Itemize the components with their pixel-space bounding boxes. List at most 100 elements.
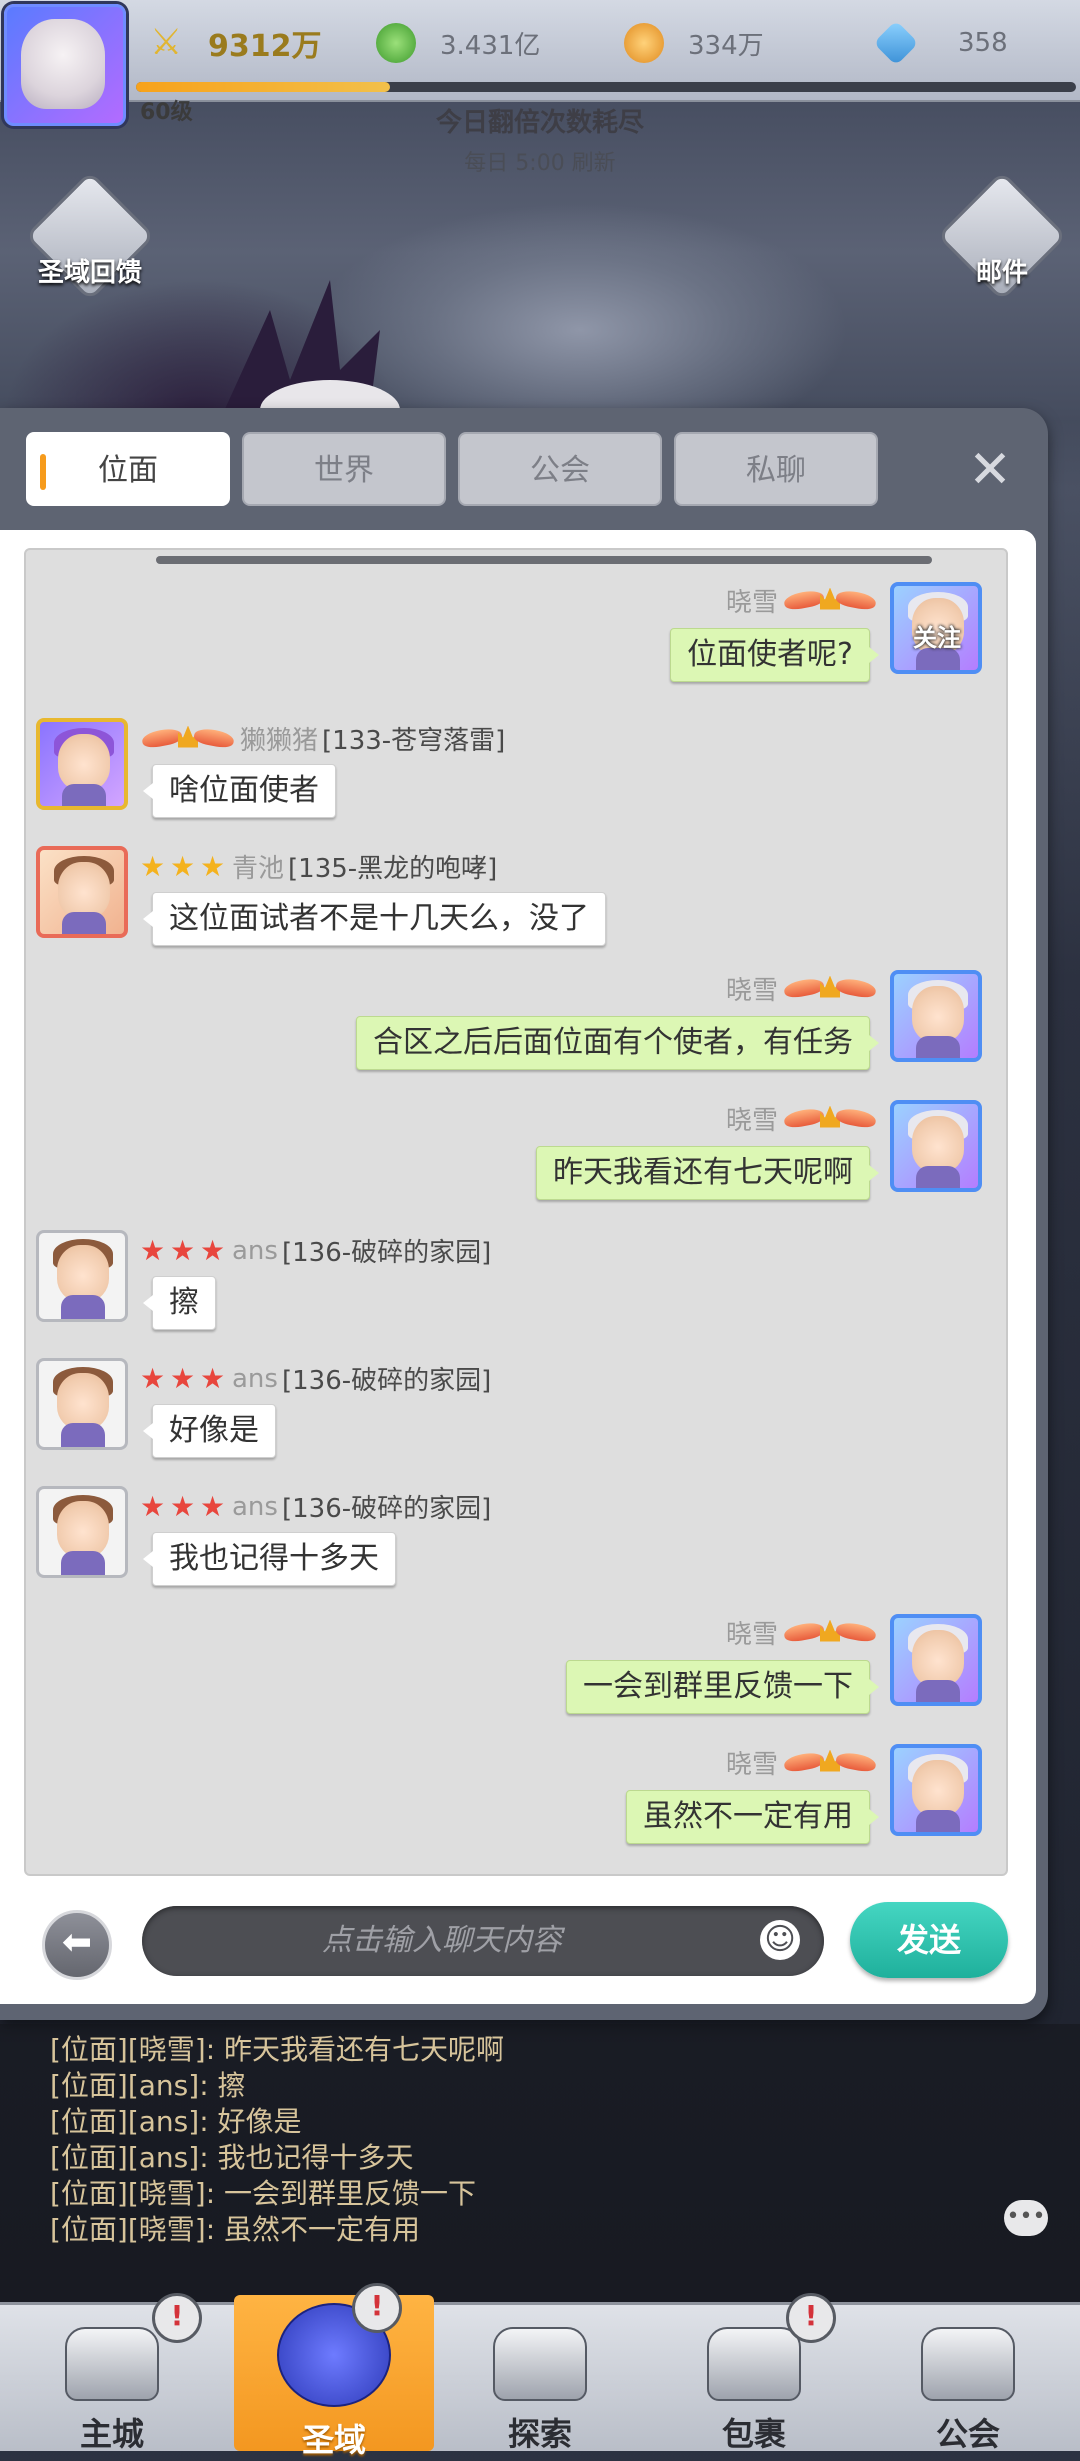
- nav-guild-label: 公会: [935, 2415, 1000, 2453]
- message-bubble[interactable]: 位面使者呢?: [670, 628, 879, 682]
- message-bubble[interactable]: 擦: [143, 1276, 216, 1330]
- sender-name[interactable]: 晓雪: [726, 970, 778, 1007]
- sender-line: 晓雪: [726, 582, 878, 619]
- vip-wings-icon: [782, 1748, 878, 1778]
- chat-message: 獭獭猪 [133-苍穹落雷] 啥位面使者: [26, 718, 1006, 828]
- coin-stat[interactable]: 334万: [624, 18, 764, 68]
- sender-name[interactable]: 青池: [232, 848, 284, 885]
- message-list[interactable]: 关注 晓雪 位面使者呢? 獭獭猪 [133-苍穹落雷] 啥位面使者 ★ ★ ★ 青池 [135-黑龙…: [24, 548, 1008, 1876]
- bag-icon: [707, 2327, 801, 2401]
- sender-name[interactable]: 晓雪: [726, 1100, 778, 1137]
- message-bubble[interactable]: 一会到群里反馈一下: [566, 1660, 879, 1714]
- back-arrow-icon[interactable]: ⬅: [42, 1910, 112, 1980]
- send-button[interactable]: 发送: [850, 1902, 1008, 1978]
- nav-bag[interactable]: 包裹 !: [654, 2293, 854, 2453]
- rank-stars-icon: ★ ★ ★: [140, 849, 226, 883]
- alert-badge: !: [352, 2283, 402, 2333]
- tab-guild[interactable]: 公会: [458, 432, 662, 506]
- message-bubble[interactable]: 好像是: [143, 1404, 276, 1458]
- nav-main-city[interactable]: 主城 !: [12, 2293, 212, 2453]
- sender-line: 獭獭猪 [133-苍穹落雷]: [140, 720, 505, 757]
- gold-stat[interactable]: 3.431亿: [376, 18, 540, 68]
- character-art: [220, 280, 400, 420]
- player-avatar[interactable]: [4, 4, 126, 126]
- message-bubble[interactable]: 啥位面使者: [143, 764, 336, 818]
- sender-line: 晓雪: [726, 970, 878, 1007]
- scrollbar[interactable]: [156, 556, 932, 564]
- avatar[interactable]: [890, 1100, 982, 1192]
- sender-line: 晓雪: [726, 1744, 878, 1781]
- sanctuary-reward-button[interactable]: 圣域回馈: [24, 170, 156, 310]
- avatar[interactable]: [36, 718, 128, 810]
- mail-button[interactable]: 邮件: [936, 170, 1068, 310]
- log-line: [位面][ans]: 好像是: [50, 2105, 302, 2138]
- sender-name[interactable]: ans: [232, 1236, 278, 1266]
- sender-name[interactable]: 晓雪: [726, 1744, 778, 1781]
- vip-wings-icon: [782, 1618, 878, 1648]
- green-orb-icon: [376, 23, 416, 63]
- crossed-swords-icon: ⚔: [150, 22, 183, 63]
- avatar[interactable]: [890, 970, 982, 1062]
- chat-bubble-icon[interactable]: •••: [1004, 2200, 1048, 2236]
- vip-wings-icon: [140, 724, 236, 754]
- server-tag: [135-黑龙的咆哮]: [288, 854, 498, 884]
- avatar[interactable]: [36, 1230, 128, 1322]
- message-bubble[interactable]: 这位面试者不是十几天么，没了: [143, 892, 606, 946]
- sanctuary-reward-label: 圣域回馈: [37, 258, 142, 288]
- tab-private-label: 私聊: [746, 453, 806, 488]
- vip-wings-icon: [782, 1104, 878, 1134]
- avatar[interactable]: [36, 846, 128, 938]
- sender-line: ★ ★ ★ ans [136-破碎的家园]: [140, 1232, 491, 1269]
- chat-message: ★ ★ ★ 青池 [135-黑龙的咆哮] 这位面试者不是十几天么，没了: [26, 846, 1006, 956]
- notice-title: 今日翻倍次数耗尽: [435, 108, 644, 138]
- server-tag: [136-破碎的家园]: [281, 1494, 492, 1524]
- nav-sanctuary[interactable]: 圣域 !: [234, 2283, 434, 2459]
- sender-name[interactable]: 晓雪: [726, 1614, 778, 1651]
- sender-name[interactable]: 獭獭猪: [240, 720, 318, 757]
- chat-message: 晓雪昨天我看还有七天呢啊: [26, 1100, 1006, 1210]
- gem-value: 358: [958, 28, 1008, 58]
- sender-line: ★ ★ ★ ans [136-破碎的家园]: [140, 1488, 491, 1525]
- player-level: 60级: [140, 100, 193, 125]
- bottom-nav: 主城 ! 圣域 ! 探索 包裹 ! 公会: [0, 2283, 1080, 2459]
- sender-name[interactable]: ans: [232, 1364, 278, 1394]
- alert-badge: !: [152, 2293, 202, 2343]
- message-bubble[interactable]: 虽然不一定有用: [626, 1790, 879, 1844]
- close-icon[interactable]: ✕: [960, 440, 1020, 500]
- alert-badge: !: [786, 2293, 836, 2343]
- gem-stat[interactable]: 358: [873, 18, 1008, 68]
- nav-guild[interactable]: 公会: [868, 2305, 1068, 2453]
- tab-guild-label: 公会: [530, 453, 590, 488]
- tab-plane[interactable]: 位面: [26, 432, 230, 506]
- nav-bag-label: 包裹: [721, 2415, 786, 2453]
- message-bubble[interactable]: 我也记得十多天: [143, 1532, 396, 1586]
- tab-world[interactable]: 世界: [242, 432, 446, 506]
- chat-log[interactable]: [位面][晓雪]: 昨天我看还有七天呢啊 [位面][ans]: 擦 [位面][a…: [0, 2024, 1080, 2304]
- sender-name[interactable]: ans: [232, 1492, 278, 1522]
- server-tag: [136-破碎的家园]: [281, 1366, 492, 1396]
- avatar[interactable]: [890, 1744, 982, 1836]
- message-bubble[interactable]: 昨天我看还有七天呢啊: [536, 1146, 879, 1200]
- sender-line: ★ ★ ★ ans [136-破碎的家园]: [140, 1360, 491, 1397]
- chat-input[interactable]: 点击输入聊天内容: [142, 1906, 824, 1976]
- chat-input-placeholder: 点击输入聊天内容: [322, 1923, 562, 1958]
- nav-explore[interactable]: 探索: [440, 2305, 640, 2453]
- power-value: 9312万: [208, 29, 322, 64]
- avatar[interactable]: [890, 1614, 982, 1706]
- avatar[interactable]: 关注: [890, 582, 982, 674]
- sender-name[interactable]: 晓雪: [726, 582, 778, 619]
- nav-main-city-label: 主城: [79, 2415, 144, 2453]
- chat-body: 关注 晓雪 位面使者呢? 獭獭猪 [133-苍穹落雷] 啥位面使者 ★ ★ ★ 青池 [135-黑龙…: [0, 530, 1036, 2004]
- chat-message: 晓雪 虽然不一定有用: [26, 1744, 1006, 1854]
- emoji-icon[interactable]: ☺: [760, 1920, 800, 1960]
- tab-private[interactable]: 私聊: [674, 432, 878, 506]
- coin-value: 334万: [688, 30, 764, 61]
- chat-panel: 位面 世界 公会 私聊 ✕ 关注 晓雪 位面使者呢? 獭獭猪 [133-苍穹落雷] 啥位面…: [0, 408, 1048, 2020]
- message-bubble[interactable]: 合区之后后面位面有个使者，有任务: [356, 1016, 879, 1070]
- follow-badge[interactable]: 关注: [902, 618, 972, 653]
- log-line: [位面][晓雪]: 昨天我看还有七天呢啊: [50, 2033, 505, 2066]
- avatar[interactable]: [36, 1486, 128, 1578]
- exp-progress-bar: [136, 82, 1076, 92]
- avatar[interactable]: [36, 1358, 128, 1450]
- vip-wings-icon: [782, 586, 878, 616]
